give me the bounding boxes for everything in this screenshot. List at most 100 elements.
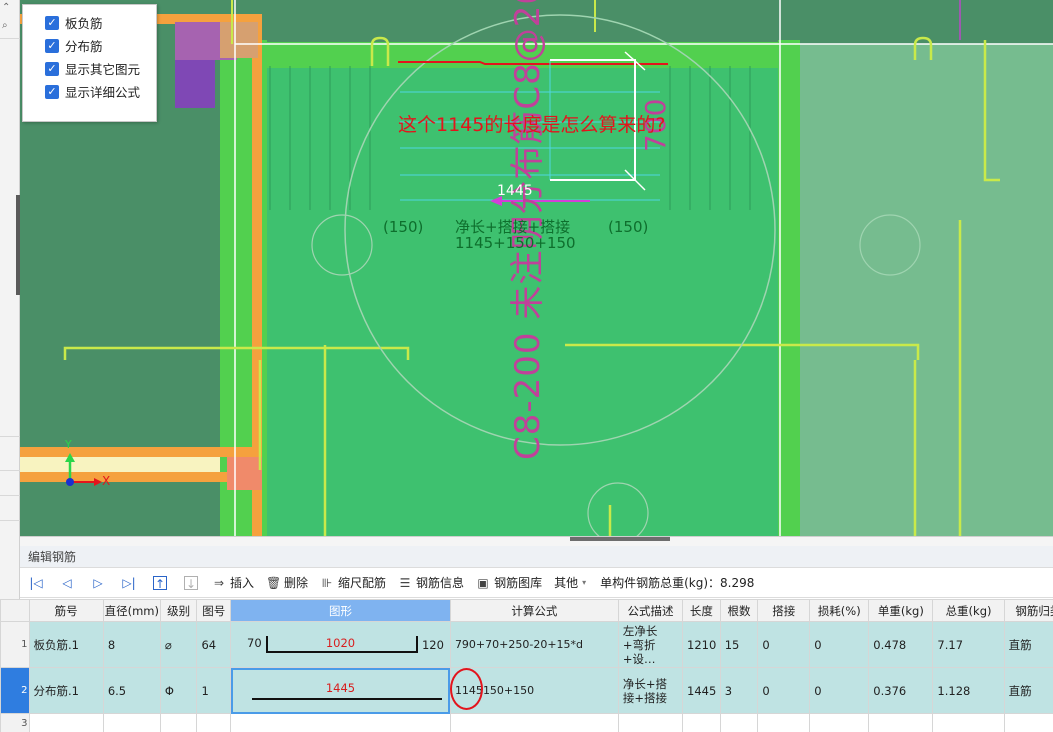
header-col[interactable]: 搭接	[757, 599, 811, 622]
layer-label: 分布筋	[65, 39, 103, 54]
delete-button[interactable]: 🗑 删除	[266, 574, 308, 591]
info-list-icon: ☰	[399, 575, 411, 590]
editor-title: 编辑钢筋	[20, 546, 1053, 568]
table-row[interactable]: 1 板负筋.1 8 ⌀ 64 70 1020 120 790+70+250-20…	[0, 621, 1053, 668]
rebar-length-label: 1445	[497, 183, 533, 199]
cell-fig[interactable]: 64	[196, 621, 232, 668]
left-lap-label: (150)	[383, 218, 424, 236]
trash-icon: 🗑	[266, 575, 282, 590]
header-col[interactable]: 公式描述	[617, 599, 684, 622]
bar-chart-icon: ⊪	[321, 575, 333, 590]
prev-record-button[interactable]: ◁	[57, 576, 77, 590]
checkbox-checked-icon[interactable]: ✓	[45, 38, 59, 53]
cell-formula[interactable]: 790+70+250-20+15*d	[449, 621, 619, 668]
table-header-row: 筋号 直径(mm) 级别 图号 图形 计算公式 公式描述 长度 根数 搭接 损耗…	[0, 599, 1053, 622]
other-dropdown[interactable]: 其他 ▾	[554, 574, 586, 591]
cell-grade[interactable]: Φ	[159, 667, 198, 714]
axis-x-label: X	[102, 474, 111, 488]
cell-diameter[interactable]: 8	[102, 621, 161, 668]
shape-mid-length: 1445	[325, 681, 356, 695]
cell-length[interactable]: 1210	[682, 621, 721, 668]
row-number[interactable]: 1	[0, 621, 30, 668]
cell-formula-desc[interactable]: 净长+搭接+搭接	[617, 667, 684, 714]
chevron-up-icon[interactable]: ⌃	[2, 2, 10, 13]
header-col[interactable]: 计算公式	[449, 599, 619, 622]
library-icon: ▣	[477, 575, 489, 590]
cell-total-weight[interactable]: 7.17	[932, 621, 1005, 668]
cell-loss[interactable]: 0	[809, 621, 870, 668]
checkbox-checked-icon[interactable]: ✓	[45, 84, 59, 99]
rebar-library-button[interactable]: ▣ 钢筋图库	[476, 574, 542, 591]
header-col-shape[interactable]: 图形	[230, 599, 451, 622]
move-down-button[interactable]: ↓	[181, 575, 201, 591]
first-icon: |◁	[29, 575, 43, 590]
header-col[interactable]: 根数	[719, 599, 759, 622]
drawing-canvas[interactable]: C8-200 未注明分布筋C8@200 700 这个1145的长度是怎么算来的?…	[20, 0, 1053, 536]
insert-button[interactable]: ⇒ 插入	[212, 574, 254, 591]
layer-toggle-other-elements[interactable]: ✓ 显示其它图元	[45, 57, 156, 80]
layer-toggle-negative-rebar[interactable]: ✓ 板负筋	[45, 11, 156, 34]
header-col[interactable]: 长度	[682, 599, 721, 622]
formula-laps: 150+150	[482, 684, 535, 697]
header-col[interactable]: 图号	[196, 599, 232, 622]
move-down-icon: ↓	[184, 575, 198, 591]
cell-count[interactable]: 15	[719, 621, 759, 668]
editor-toolbar: |◁ ◁ ▷ ▷| ↑ ↓ ⇒ 插入 🗑 删除 ⊪ 缩尺配筋 ☰ 钢筋信息 ▣ 钢筋图库 …	[20, 568, 1053, 598]
checkbox-checked-icon[interactable]: ✓	[45, 61, 59, 76]
header-col[interactable]: 钢筋归类	[1003, 599, 1053, 622]
cell-total-weight[interactable]: 1.128	[932, 667, 1005, 714]
cell-shape[interactable]: 70 1020 120	[230, 621, 451, 668]
header-col[interactable]: 单重(kg)	[868, 599, 934, 622]
header-rownum	[0, 599, 30, 622]
cell-fig[interactable]: 1	[196, 667, 232, 714]
layer-toggle-detailed-formula[interactable]: ✓ 显示详细公式	[45, 80, 156, 103]
search-icon[interactable]: ⌕	[2, 20, 8, 31]
header-col[interactable]: 总重(kg)	[932, 599, 1005, 622]
header-col[interactable]: 直径(mm)	[102, 599, 161, 622]
cell-lap[interactable]: 0	[757, 621, 811, 668]
checkbox-checked-icon[interactable]: ✓	[45, 15, 59, 30]
layer-label: 显示其它图元	[65, 62, 141, 77]
cell-formula-desc[interactable]: 左净长+弯折+设…	[617, 621, 684, 668]
insert-label: 插入	[230, 576, 255, 590]
cell-length[interactable]: 1445	[682, 667, 721, 714]
rebar-info-button[interactable]: ☰ 钢筋信息	[398, 574, 464, 591]
delete-label: 删除	[284, 576, 309, 590]
row-number[interactable]: 3	[0, 713, 30, 732]
cell-name[interactable]: 板负筋.1	[28, 621, 104, 668]
red-circle-highlight	[449, 668, 483, 710]
cell-unit-weight[interactable]: 0.376	[868, 667, 934, 714]
next-record-button[interactable]: ▷	[88, 576, 108, 590]
rebar-table: 筋号 直径(mm) 级别 图号 图形 计算公式 公式描述 长度 根数 搭接 损耗…	[0, 599, 1053, 732]
scale-rebar-button[interactable]: ⊪ 缩尺配筋	[320, 574, 386, 591]
info-label: 钢筋信息	[416, 576, 465, 590]
header-col[interactable]: 级别	[159, 599, 198, 622]
cell-category[interactable]: 直筋	[1003, 621, 1053, 668]
cell-loss[interactable]: 0	[809, 667, 870, 714]
cell-grade[interactable]: ⌀	[159, 621, 198, 668]
move-up-button[interactable]: ↑	[150, 575, 170, 591]
cell-shape[interactable]: 1445	[230, 667, 451, 714]
last-icon: ▷|	[122, 575, 136, 590]
right-lap-label: (150)	[608, 218, 649, 236]
cell-category[interactable]: 直筋	[1003, 667, 1053, 714]
header-col[interactable]: 损耗(%)	[809, 599, 870, 622]
cell-count[interactable]: 3	[719, 667, 759, 714]
header-col[interactable]: 筋号	[28, 599, 104, 622]
cell-name[interactable]: 分布筋.1	[28, 667, 104, 714]
total-weight-label: 单构件钢筋总重(kg)：8.298	[600, 576, 755, 590]
panel-splitter[interactable]	[20, 536, 1053, 546]
layer-label: 显示详细公式	[65, 85, 141, 100]
last-record-button[interactable]: ▷|	[119, 576, 139, 590]
row-number[interactable]: 2	[0, 667, 30, 714]
cell-unit-weight[interactable]: 0.478	[868, 621, 934, 668]
cell-formula[interactable]: 1145150+150	[449, 667, 619, 714]
first-record-button[interactable]: |◁	[26, 576, 46, 590]
table-row-selected[interactable]: 2 分布筋.1 6.5 Φ 1 1445 1145150+150 净长+搭接+搭…	[0, 667, 1053, 714]
table-row-empty[interactable]: 3	[0, 713, 1053, 732]
prev-icon: ◁	[62, 575, 72, 590]
cell-lap[interactable]: 0	[757, 667, 811, 714]
cell-diameter[interactable]: 6.5	[102, 667, 161, 714]
splitter-grip[interactable]	[570, 537, 670, 541]
layer-toggle-distribution-rebar[interactable]: ✓ 分布筋	[45, 34, 156, 57]
